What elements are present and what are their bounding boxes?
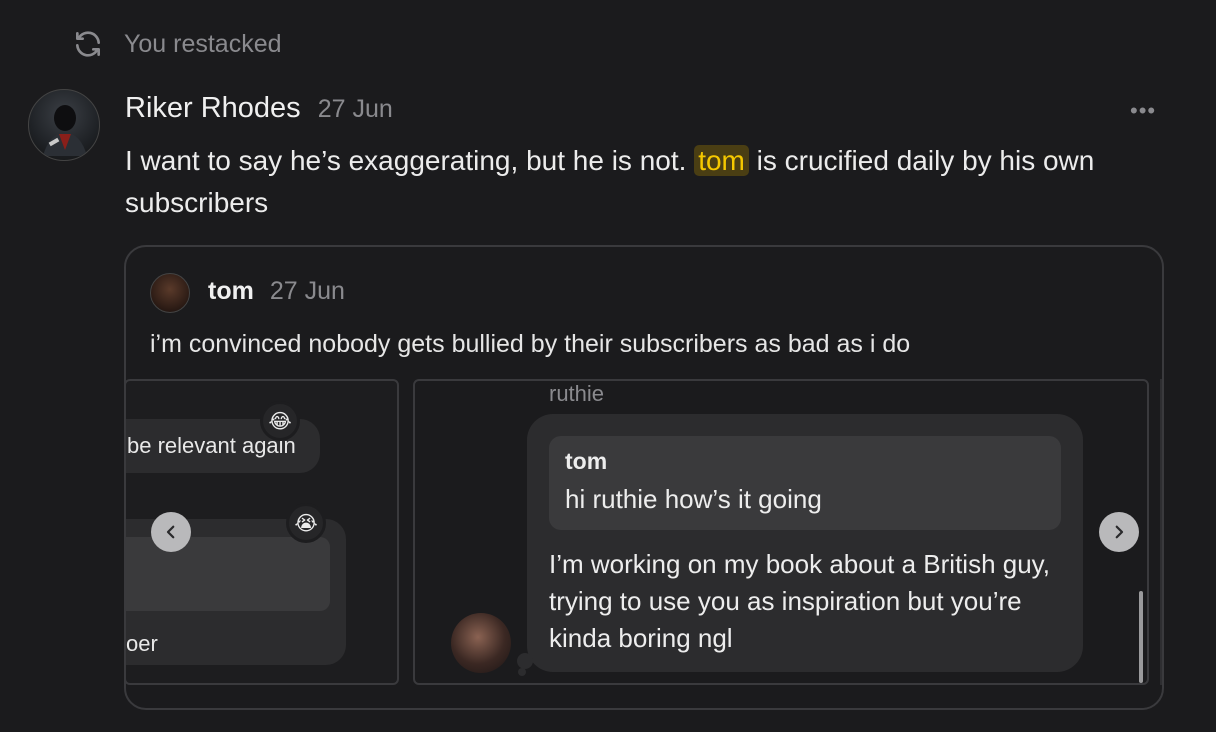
quoted-note-card[interactable]: tom 27 Jun i’m convinced nobody gets bul…	[124, 245, 1164, 710]
carousel-slide-current[interactable]: ruthie tom hi ruthie how’s it going I’m …	[413, 379, 1149, 685]
reaction-emoji: 😭	[286, 503, 326, 543]
message-text: I’m working on my book about a British g…	[549, 549, 1050, 653]
post-text-before: I want to say he’s exaggerating, but he …	[125, 145, 687, 176]
carousel-slide-next[interactable]	[1160, 379, 1162, 685]
more-options-button[interactable]: •••	[1130, 98, 1156, 124]
post-date[interactable]: 27 Jun	[318, 95, 393, 124]
chevron-left-icon	[166, 525, 175, 539]
author-avatar[interactable]	[28, 89, 100, 161]
restack-label: You restacked	[124, 29, 282, 58]
bubble-tail	[517, 653, 533, 669]
bubble-tail	[518, 668, 526, 676]
quoted-author-avatar[interactable]	[150, 273, 190, 313]
reply-block	[126, 537, 330, 611]
chevron-right-icon	[1115, 525, 1124, 539]
author-name[interactable]: Riker Rhodes	[125, 92, 301, 125]
restack-header: You restacked	[72, 28, 282, 60]
reply-author: tom	[565, 448, 608, 474]
carousel-prev-button[interactable]	[151, 512, 191, 552]
mention-link[interactable]: tom	[694, 145, 749, 176]
reply-text: hi ruthie how’s it going	[565, 484, 822, 514]
chat-bubble: tom hi ruthie how’s it going I’m working…	[527, 414, 1083, 672]
post-text: I want to say he’s exaggerating, but he …	[125, 140, 1165, 224]
carousel-next-button[interactable]	[1099, 512, 1139, 552]
reaction-emoji: 😂	[260, 401, 300, 441]
restack-icon	[72, 28, 104, 60]
quoted-date: 27 Jun	[269, 277, 345, 305]
chat-bubble-text: oer	[126, 631, 158, 656]
quoted-author-name[interactable]: tom	[208, 277, 254, 306]
scrollbar[interactable]	[1139, 591, 1143, 683]
message-sender: ruthie	[549, 381, 605, 406]
sender-avatar	[451, 613, 511, 673]
quoted-text: i’m convinced nobody gets bullied by the…	[150, 330, 911, 358]
reply-block: tom hi ruthie how’s it going	[549, 436, 1061, 530]
